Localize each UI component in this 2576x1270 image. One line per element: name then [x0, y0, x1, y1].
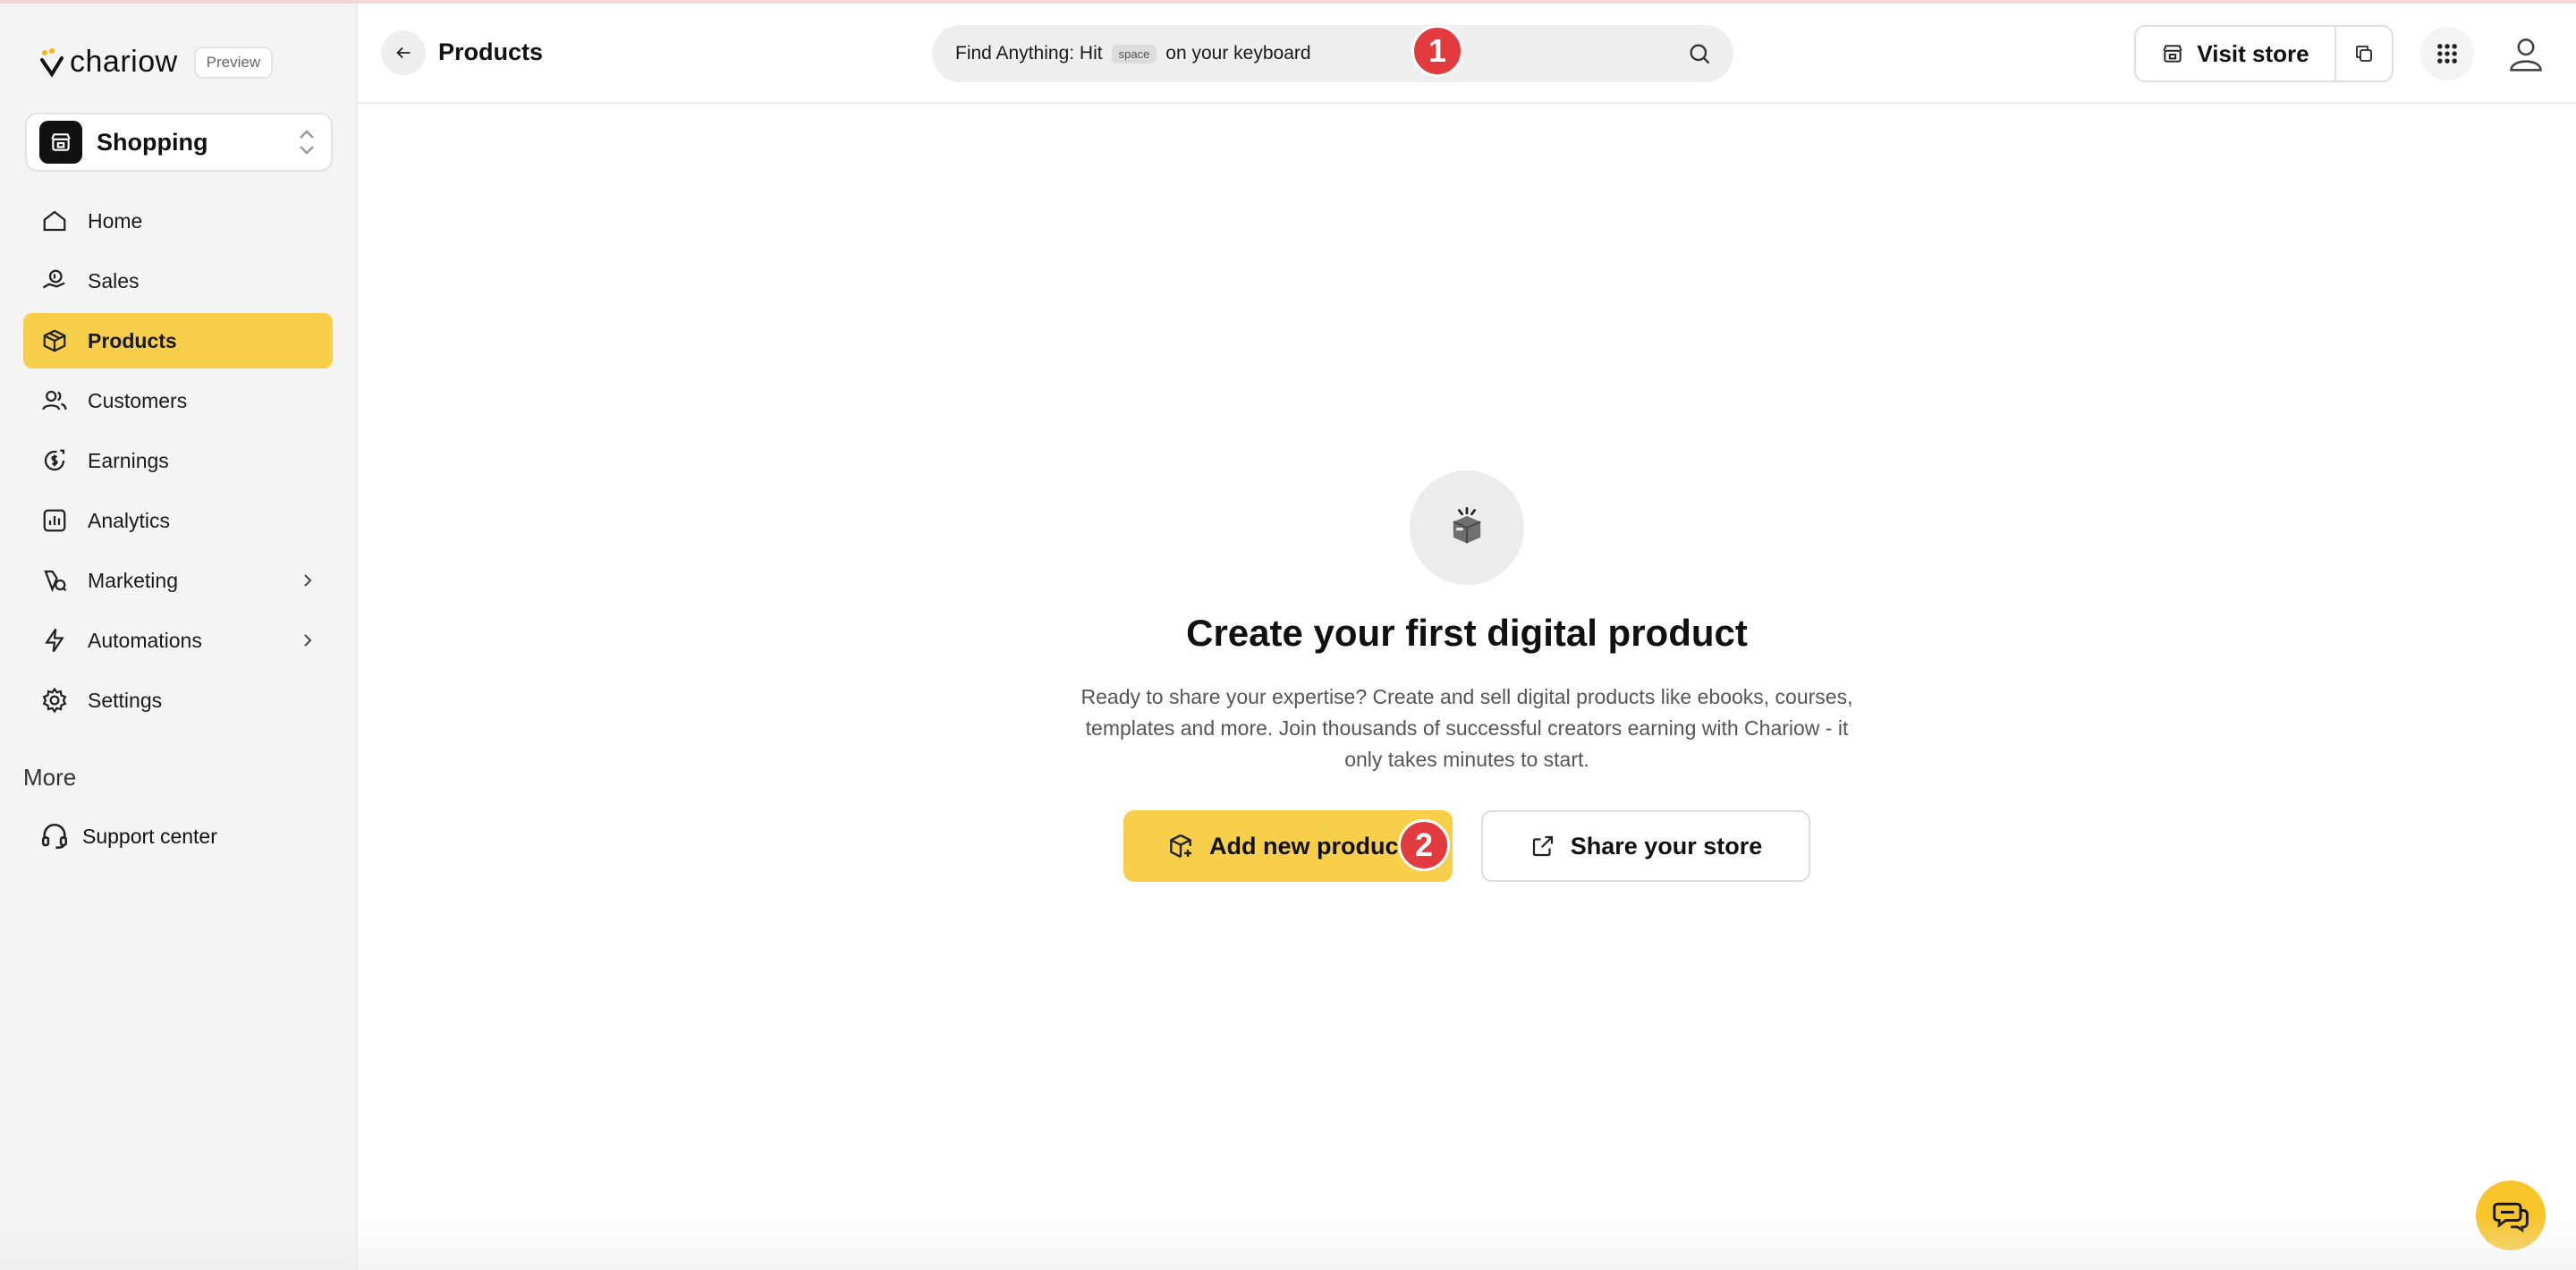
open-box-icon [1453, 506, 1481, 544]
sidebar-item-label: Customers [88, 388, 188, 412]
copy-link-button[interactable] [2336, 27, 2392, 80]
more-section-label: More [23, 764, 77, 791]
chevron-right-icon [304, 634, 312, 647]
bolt-icon [39, 625, 70, 656]
chevron-right-icon [304, 574, 312, 587]
sidebar-item-label: Analytics [88, 508, 171, 532]
apps-grid-button[interactable] [2420, 27, 2474, 80]
earnings-icon [39, 445, 70, 476]
gear-icon [39, 685, 70, 715]
search-suffix-text: on your keyboard [1165, 43, 1311, 64]
sidebar-item-customers[interactable]: Customers [23, 373, 333, 428]
top-header: Products Find Anything: Hit space on you… [358, 4, 2576, 104]
share-store-label: Share your store [1570, 832, 1763, 859]
store-switcher[interactable]: Shopping [25, 113, 333, 172]
step-marker-1: 1 [1411, 25, 1463, 77]
sidebar-item-support-center[interactable]: Support center [23, 809, 333, 864]
search-bar[interactable]: Find Anything: Hit space on your keyboar… [932, 25, 1733, 82]
sidebar-item-label: Products [88, 328, 177, 352]
share-store-button[interactable]: Share your store [1481, 810, 1810, 882]
sidebar: chariow Preview Shopping Home Sales Prod… [0, 4, 358, 1270]
brand-logo[interactable]: chariow Preview [39, 45, 274, 80]
space-key-hint: space [1111, 44, 1157, 64]
add-new-product-label: Add new product [1209, 832, 1407, 859]
visit-store-group: Visit store [2134, 25, 2394, 82]
sidebar-item-earnings[interactable]: Earnings [23, 433, 333, 488]
box-plus-icon [1170, 834, 1191, 859]
search-icon[interactable] [1687, 41, 1712, 66]
step-marker-2: 2 [1398, 819, 1450, 871]
sidebar-item-label: Home [88, 208, 143, 233]
sidebar-item-analytics[interactable]: Analytics [23, 493, 333, 548]
sidebar-item-label: Sales [88, 268, 140, 292]
back-button[interactable] [381, 30, 426, 75]
home-icon [39, 206, 70, 236]
sidebar-item-label: Settings [88, 688, 163, 712]
sidebar-item-sales[interactable]: Sales [23, 253, 333, 309]
grid-icon [2437, 44, 2457, 64]
user-icon [2510, 38, 2542, 72]
empty-state-description: Ready to share your expertise? Create an… [1080, 685, 1853, 771]
empty-state-illustration [1410, 470, 1524, 585]
sidebar-item-products[interactable]: Products [23, 313, 333, 368]
user-account-button[interactable] [2499, 27, 2553, 80]
chat-icon [2493, 1202, 2529, 1233]
store-name: Shopping [97, 128, 208, 156]
copy-icon [2356, 46, 2372, 62]
headset-icon [41, 824, 68, 850]
users-icon [39, 385, 70, 416]
analytics-icon [39, 505, 70, 536]
chariow-logo-icon [40, 47, 64, 78]
brand-name: chariow [70, 45, 178, 79]
sales-icon [39, 266, 70, 296]
sidebar-nav: Home Sales Products Customers Earnings A… [23, 193, 333, 732]
sidebar-item-automations[interactable]: Automations [23, 613, 333, 668]
sidebar-item-label: Earnings [88, 448, 169, 472]
support-center-label: Support center [82, 824, 217, 848]
chat-support-button[interactable] [2476, 1181, 2546, 1250]
sidebar-item-marketing[interactable]: Marketing [23, 553, 333, 608]
preview-badge: Preview [193, 46, 274, 79]
empty-state-title: Create your first digital product [1186, 612, 1748, 654]
arrow-left-icon [396, 47, 411, 59]
store-icon [2163, 45, 2183, 63]
visit-store-button[interactable]: Visit store [2136, 27, 2336, 80]
visit-store-label: Visit store [2197, 39, 2309, 67]
sidebar-item-label: Automations [88, 628, 202, 652]
box-icon [39, 326, 70, 356]
sidebar-item-home[interactable]: Home [23, 193, 333, 249]
bottom-shadow [0, 1216, 2576, 1270]
page-title: Products [438, 38, 544, 65]
chevron-updown-icon [300, 130, 314, 155]
sidebar-item-settings[interactable]: Settings [23, 673, 333, 728]
share-icon [1532, 835, 1553, 857]
search-prefix-text: Find Anything: Hit [955, 43, 1103, 64]
marketing-icon [39, 565, 70, 596]
store-icon [39, 121, 82, 164]
sidebar-item-label: Marketing [88, 568, 178, 592]
